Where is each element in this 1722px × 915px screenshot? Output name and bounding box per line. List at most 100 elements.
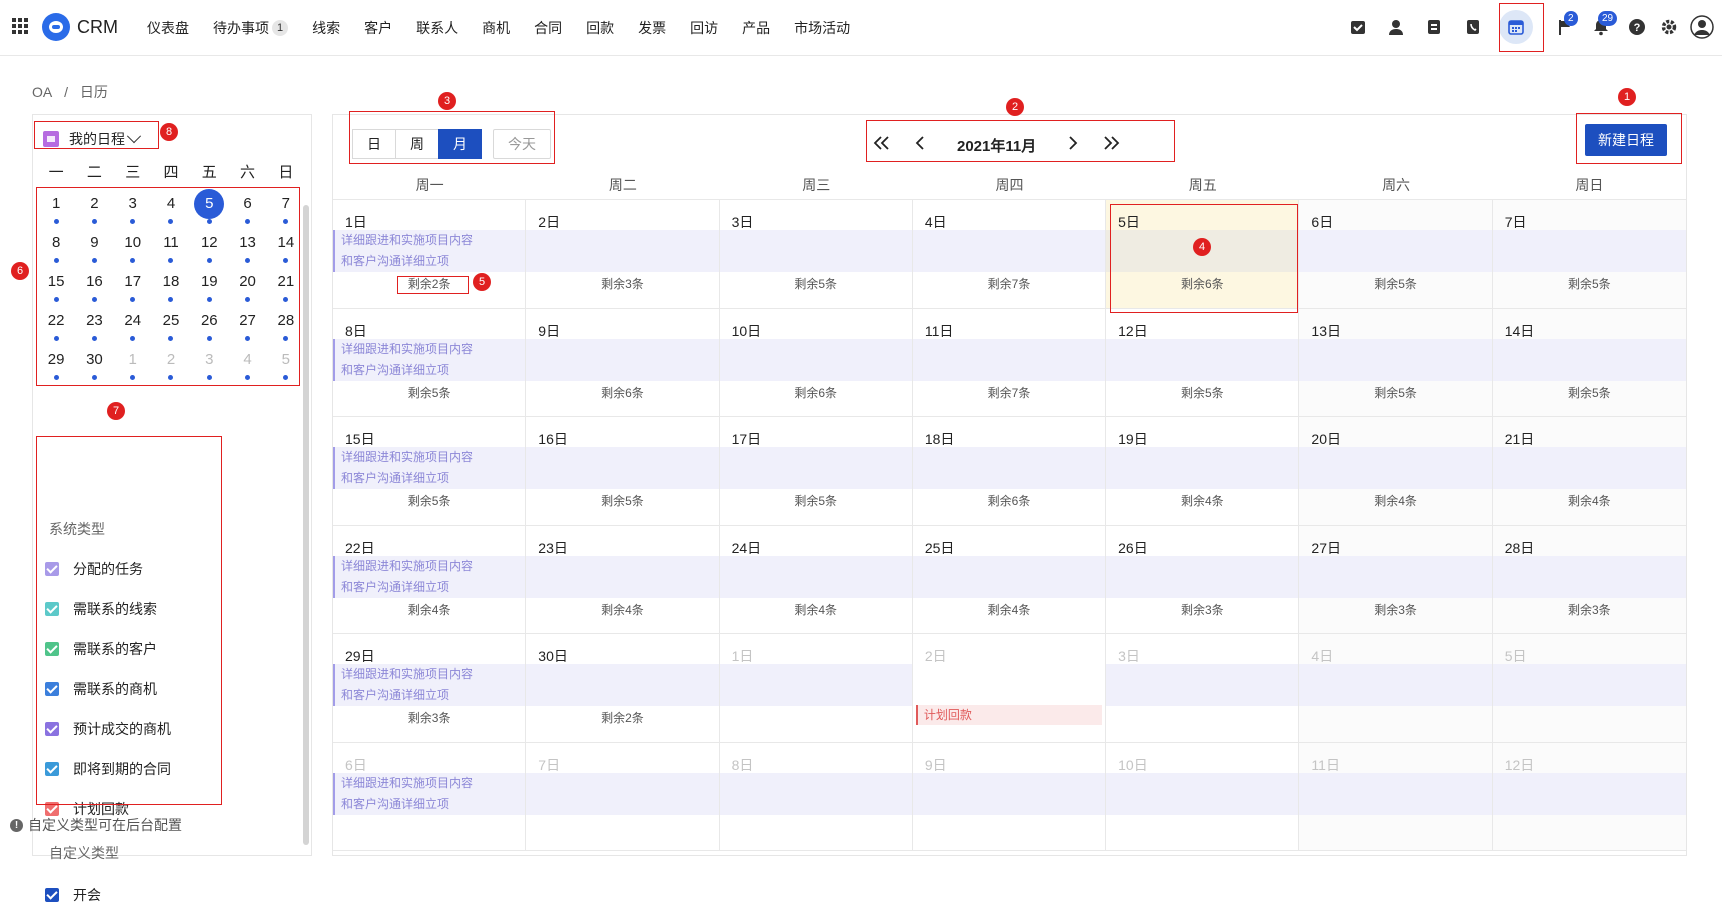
view-day-button[interactable]: 日 [352, 129, 396, 159]
nav-item[interactable]: 仪表盘 [147, 18, 189, 38]
nav-item[interactable]: 产品 [742, 18, 770, 38]
more-events-link[interactable]: 剩余3条 [1106, 601, 1298, 618]
event-item[interactable]: 和客户沟通详细立项 [333, 359, 449, 381]
nav-item[interactable]: 待办事项 1 [213, 18, 289, 38]
event-item[interactable]: 和客户沟通详细立项 [333, 685, 449, 706]
more-events-link[interactable]: 剩余4条 [333, 601, 525, 618]
more-events-link[interactable]: 剩余2条 [333, 275, 525, 292]
mini-calendar-day[interactable]: 26 [190, 306, 228, 345]
more-events-link[interactable]: 剩余4条 [720, 601, 912, 618]
more-events-link[interactable]: 剩余3条 [1299, 601, 1491, 618]
prev-month-icon[interactable] [901, 135, 939, 156]
calendar-day-cell[interactable]: 6日 详细跟进和实施项目内容 和客户沟通详细立项 [333, 742, 527, 851]
settings-icon[interactable] [1660, 18, 1678, 36]
more-events-link[interactable]: 剩余5条 [1493, 275, 1686, 292]
mini-calendar-day[interactable]: 21 [267, 267, 305, 306]
prev-year-icon[interactable] [863, 135, 901, 156]
mini-calendar-day[interactable]: 5 [267, 345, 305, 384]
type-checkbox[interactable] [45, 802, 59, 816]
next-year-icon[interactable] [1092, 135, 1130, 156]
mini-calendar-day[interactable]: 2 [152, 345, 190, 384]
calendar-day-cell[interactable]: 1日 [719, 634, 913, 743]
more-events-link[interactable]: 剩余2条 [526, 709, 718, 726]
calendar-day-cell[interactable]: 18日 剩余6条 [912, 417, 1107, 526]
more-events-link[interactable]: 剩余7条 [913, 275, 1105, 292]
calendar-day-cell[interactable]: 27日 剩余3条 [1299, 525, 1493, 634]
more-events-link[interactable]: 剩余5条 [720, 275, 912, 292]
calendar-day-cell[interactable]: 2日 计划回款 [912, 634, 1107, 743]
calendar-day-cell[interactable]: 14日 剩余5条 [1492, 308, 1686, 417]
type-checkbox[interactable] [45, 682, 59, 696]
calendar-day-cell[interactable]: 26日 剩余3条 [1106, 525, 1300, 634]
calendar-day-cell[interactable]: 1日 详细跟进和实施项目内容 和客户沟通详细立项 剩余2条 [333, 200, 527, 309]
more-events-link[interactable]: 剩余4条 [1106, 492, 1298, 509]
calendar-day-cell[interactable]: 12日 [1492, 742, 1686, 851]
calendar-day-cell[interactable]: 12日 剩余5条 [1106, 308, 1300, 417]
calendar-day-cell[interactable]: 5日 [1492, 634, 1686, 743]
mini-calendar-day[interactable]: 19 [190, 267, 228, 306]
calendar-day-cell[interactable]: 13日 剩余5条 [1299, 308, 1493, 417]
more-events-link[interactable]: 剩余4条 [1299, 492, 1491, 509]
more-events-link[interactable]: 剩余5条 [333, 492, 525, 509]
more-events-link[interactable]: 剩余5条 [526, 492, 718, 509]
calendar-day-cell[interactable]: 22日 详细跟进和实施项目内容 和客户沟通详细立项 剩余4条 [333, 525, 527, 634]
mini-calendar-day[interactable]: 12 [190, 228, 228, 267]
event-item[interactable]: 和客户沟通详细立项 [333, 468, 449, 489]
calendar-day-cell[interactable]: 11日 剩余7条 [912, 308, 1107, 417]
type-filter-row[interactable]: 需联系的客户 [45, 629, 171, 669]
type-checkbox[interactable] [45, 562, 59, 576]
mini-calendar-day[interactable]: 4 [152, 189, 190, 228]
calendar-day-cell[interactable]: 30日 剩余2条 [526, 634, 720, 743]
event-item[interactable]: 详细跟进和实施项目内容 [333, 772, 473, 794]
view-month-button[interactable]: 月 [438, 129, 482, 159]
mini-calendar-day[interactable]: 10 [114, 228, 152, 267]
avatar-icon[interactable] [1690, 15, 1714, 39]
mini-calendar-day[interactable]: 20 [228, 267, 266, 306]
nav-item[interactable]: 市场活动 [794, 18, 850, 38]
mini-calendar-day[interactable]: 29 [37, 345, 75, 384]
mini-calendar-day[interactable]: 4 [228, 345, 266, 384]
mini-calendar-day[interactable]: 18 [152, 267, 190, 306]
nav-item[interactable]: 回访 [690, 18, 718, 38]
more-events-link[interactable]: 剩余5条 [1299, 384, 1491, 401]
more-events-link[interactable]: 剩余5条 [1106, 384, 1298, 401]
breadcrumb-oa[interactable]: OA [32, 84, 52, 100]
calendar-day-cell[interactable]: 16日 剩余5条 [526, 417, 720, 526]
mini-calendar-day[interactable]: 15 [37, 267, 75, 306]
calendar-day-cell[interactable]: 15日 详细跟进和实施项目内容 和客户沟通详细立项 剩余5条 [333, 417, 527, 526]
task-check-icon[interactable] [1349, 18, 1367, 36]
calendar-day-cell[interactable]: 25日 剩余4条 [912, 525, 1107, 634]
type-checkbox[interactable] [45, 888, 59, 902]
calendar-day-cell[interactable]: 17日 剩余5条 [719, 417, 913, 526]
mini-calendar-day[interactable]: 6 [228, 189, 266, 228]
calendar-day-cell[interactable]: 4日 剩余7条 [912, 200, 1107, 309]
mini-calendar-day[interactable]: 28 [267, 306, 305, 345]
mini-calendar-day[interactable]: 3 [190, 345, 228, 384]
mini-calendar-day[interactable]: 25 [152, 306, 190, 345]
nav-item[interactable]: 合同 [534, 18, 562, 38]
mini-calendar-day[interactable]: 23 [75, 306, 113, 345]
mini-calendar-day[interactable]: 7 [267, 189, 305, 228]
mini-calendar-day[interactable]: 13 [228, 228, 266, 267]
document-icon[interactable] [1425, 18, 1443, 36]
mini-calendar-day[interactable]: 30 [75, 345, 113, 384]
event-item[interactable]: 和客户沟通详细立项 [333, 576, 449, 598]
nav-item[interactable]: 回款 [586, 18, 614, 38]
mini-calendar-day[interactable]: 8 [37, 228, 75, 267]
today-button[interactable]: 今天 [493, 129, 551, 159]
type-checkbox[interactable] [45, 642, 59, 656]
type-filter-row[interactable]: 分配的任务 [45, 549, 171, 589]
calendar-day-cell[interactable]: 9日 [912, 742, 1107, 851]
more-events-link[interactable]: 剩余6条 [526, 384, 718, 401]
help-icon[interactable]: ? [1628, 18, 1646, 36]
calendar-day-cell[interactable]: 8日 [719, 742, 913, 851]
nav-item[interactable]: 客户 [364, 18, 392, 38]
more-events-link[interactable]: 剩余3条 [333, 709, 525, 726]
nav-item[interactable]: 商机 [482, 18, 510, 38]
mini-calendar-day[interactable]: 17 [114, 267, 152, 306]
calendar-day-cell[interactable]: 7日 剩余5条 [1492, 200, 1686, 309]
more-events-link[interactable]: 剩余4条 [913, 601, 1105, 618]
more-events-link[interactable]: 剩余5条 [333, 384, 525, 401]
calendar-day-cell[interactable]: 29日 详细跟进和实施项目内容 和客户沟通详细立项 剩余3条 [333, 634, 527, 743]
mini-calendar-day[interactable]: 5 [190, 189, 228, 228]
